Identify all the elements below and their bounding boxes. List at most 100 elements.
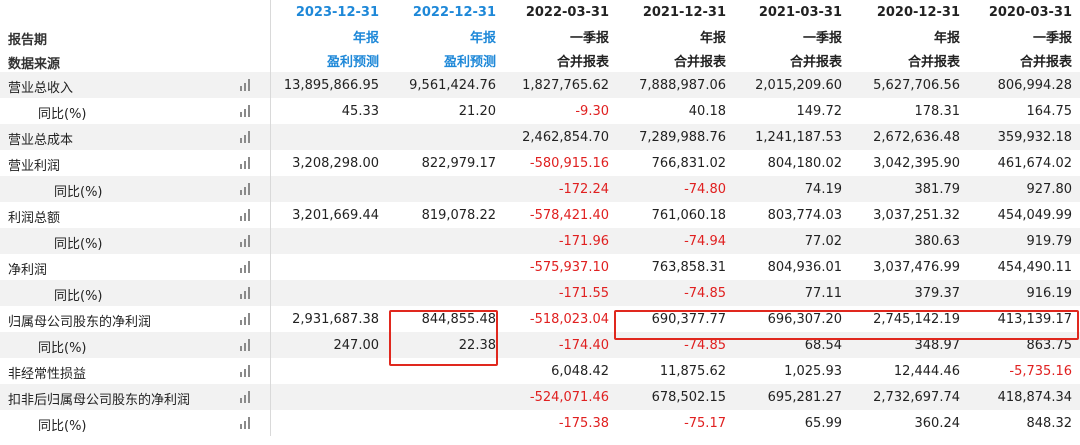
bar-chart-icon[interactable] — [239, 391, 250, 403]
table-cell: 247.00 — [333, 337, 380, 353]
row-label: 净利润 — [8, 263, 48, 278]
bar-chart-icon[interactable] — [239, 131, 250, 143]
header-date-2: 2022-12-31 — [412, 4, 496, 20]
table-cell: 1,241,187.53 — [755, 129, 842, 145]
table-cell: 6,048.42 — [551, 363, 609, 379]
table-cell: 690,377.77 — [651, 311, 726, 327]
table-cell: 863.75 — [1026, 337, 1073, 353]
table-cell: -75.17 — [684, 415, 726, 431]
table-cell: 1,827,765.62 — [522, 77, 609, 93]
table-row: 同比(%) 247.00 22.38 -174.40 -74.85 68.54 348.97… — [0, 332, 1080, 358]
header-date-3: 2022-03-31 — [525, 4, 609, 20]
table-cell: 678,502.15 — [651, 389, 726, 405]
header-report-type-row: 报告期 年报 年报 一季报 年报 一季报 年报 一季报 — [0, 24, 1080, 48]
table-cell: -171.55 — [558, 285, 609, 301]
table-cell: 164.75 — [1026, 103, 1073, 119]
table-cell: 696,307.20 — [767, 311, 842, 327]
table-cell: 2,672,636.48 — [873, 129, 960, 145]
table-cell: 379.37 — [914, 285, 961, 301]
bar-chart-icon[interactable] — [239, 313, 250, 325]
table-cell: -171.96 — [558, 233, 609, 249]
table-cell: 2,732,697.74 — [873, 389, 960, 405]
table-cell: 359,932.18 — [997, 129, 1072, 145]
table-cell: 381.79 — [914, 181, 961, 197]
table-row: 同比(%) -171.55 -74.85 77.11 379.37 916.19 — [0, 280, 1080, 306]
table-row: 归属母公司股东的净利润 2,931,687.38 844,855.48 -518,02… — [0, 306, 1080, 332]
table-cell: 819,078.22 — [421, 207, 496, 223]
bar-chart-icon[interactable] — [239, 365, 250, 377]
row-label: 扣非后归属母公司股东的净利润 — [8, 393, 191, 408]
bar-chart-icon[interactable] — [239, 287, 250, 299]
table-cell: 178.31 — [914, 103, 961, 119]
table-cell: 848.32 — [1026, 415, 1073, 431]
bar-chart-icon[interactable] — [239, 183, 250, 195]
header-report-type-5: 一季报 — [802, 30, 842, 46]
report-period-label: 报告期 — [8, 33, 48, 48]
table-cell: -5,735.16 — [1009, 363, 1072, 379]
table-cell: 3,037,476.99 — [873, 259, 960, 275]
row-label: 同比(%) — [38, 419, 87, 434]
bar-chart-icon[interactable] — [239, 79, 250, 91]
bar-chart-icon[interactable] — [239, 157, 250, 169]
table-cell: 9,561,424.76 — [409, 77, 496, 93]
header-data-source-3: 合并报表 — [556, 54, 609, 70]
table-cell: 3,042,395.90 — [873, 155, 960, 171]
header-data-source-5: 合并报表 — [789, 54, 842, 70]
bar-chart-icon[interactable] — [239, 209, 250, 221]
table-row: 同比(%) -171.96 -74.94 77.02 380.63 919.79 — [0, 228, 1080, 254]
table-cell: 461,674.02 — [997, 155, 1072, 171]
table-cell: 919.79 — [1026, 233, 1073, 249]
table-cell: 149.72 — [796, 103, 843, 119]
table-cell: -74.94 — [684, 233, 726, 249]
row-label: 归属母公司股东的净利润 — [8, 315, 152, 330]
row-label: 同比(%) — [38, 341, 87, 356]
table-cell: 348.97 — [914, 337, 961, 353]
table-cell: 11,875.62 — [659, 363, 726, 379]
table-cell: 766,831.02 — [651, 155, 726, 171]
row-label: 营业总收入 — [8, 81, 74, 96]
table-cell: 763,858.31 — [651, 259, 726, 275]
table-cell: -174.40 — [558, 337, 609, 353]
table-cell: 3,201,669.44 — [292, 207, 379, 223]
financial-table: 2023-12-31 2022-12-31 2022-03-31 2021-12-31… — [0, 0, 1080, 436]
table-row: 同比(%) -172.24 -74.80 74.19 381.79 927.80 — [0, 176, 1080, 202]
header-report-type-1: 年报 — [352, 30, 379, 46]
row-label: 同比(%) — [54, 185, 103, 200]
table-cell: 3,037,251.32 — [873, 207, 960, 223]
table-cell: 3,208,298.00 — [292, 155, 379, 171]
header-data-source-4: 合并报表 — [673, 54, 726, 70]
table-cell: 804,180.02 — [767, 155, 842, 171]
table-cell: 45.33 — [341, 103, 379, 119]
bar-chart-icon[interactable] — [239, 261, 250, 273]
table-cell: 77.11 — [804, 285, 842, 301]
bar-chart-icon[interactable] — [239, 339, 250, 351]
row-label: 非经常性损益 — [8, 367, 87, 382]
table-cell: 413,139.17 — [997, 311, 1072, 327]
table-cell: 695,281.27 — [767, 389, 842, 405]
table-cell: 844,855.48 — [421, 311, 496, 327]
table-cell: 1,025.93 — [784, 363, 842, 379]
table-cell: 380.63 — [914, 233, 961, 249]
bar-chart-icon[interactable] — [239, 417, 250, 429]
table-row: 同比(%) 45.33 21.20 -9.30 40.18 149.72 178.31 164… — [0, 98, 1080, 124]
table-cell: -580,915.16 — [529, 155, 609, 171]
table-cell: 22.38 — [458, 337, 496, 353]
table-cell: 21.20 — [458, 103, 496, 119]
header-report-type-4: 年报 — [699, 30, 726, 46]
header-report-type-3: 一季报 — [569, 30, 609, 46]
table-cell: 40.18 — [688, 103, 726, 119]
bar-chart-icon[interactable] — [239, 105, 250, 117]
table-row: 同比(%) -175.38 -75.17 65.99 360.24 848.32 — [0, 410, 1080, 436]
header-data-source-row: 数据来源 盈利预测 盈利预测 合并报表 合并报表 合并报表 合并报表 合并报表 — [0, 48, 1080, 72]
bar-chart-icon[interactable] — [239, 235, 250, 247]
row-label: 同比(%) — [54, 289, 103, 304]
table-cell: 927.80 — [1026, 181, 1073, 197]
table-row: 非经常性损益 6,048.42 11,875.62 1,025.93 12,444.46… — [0, 358, 1080, 384]
header-date-5: 2021-03-31 — [758, 4, 842, 20]
row-label: 同比(%) — [38, 107, 87, 122]
table-row: 利润总额 3,201,669.44 819,078.22 -578,421.40 761… — [0, 202, 1080, 228]
table-cell: -575,937.10 — [529, 259, 609, 275]
table-cell: 2,462,854.70 — [522, 129, 609, 145]
row-label: 营业总成本 — [8, 133, 74, 148]
table-cell: -74.85 — [684, 285, 726, 301]
